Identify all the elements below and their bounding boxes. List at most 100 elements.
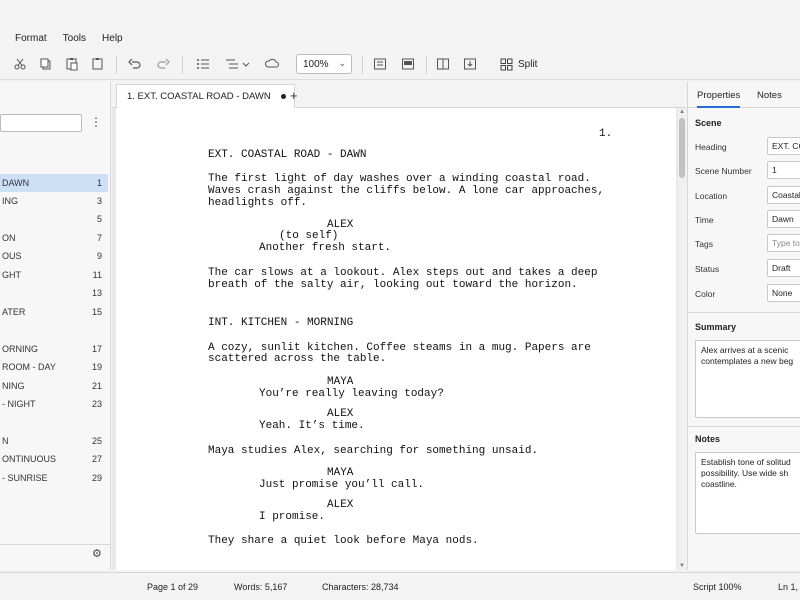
status-select[interactable]: Draft bbox=[767, 259, 800, 277]
unsaved-dot-icon bbox=[280, 94, 286, 99]
paste-special-icon[interactable] bbox=[88, 54, 108, 74]
scene-list-label: NING bbox=[2, 381, 25, 391]
location-label: Location bbox=[695, 191, 728, 201]
location-field[interactable]: Coastal bbox=[767, 186, 800, 204]
action-line: They share a quiet look before Maya nods… bbox=[208, 535, 479, 547]
scene-list-item[interactable]: ING 3 bbox=[0, 192, 108, 210]
scroll-up-icon[interactable]: ▲ bbox=[679, 109, 685, 115]
scene-navigator: ⋮ DAWN 1 ING 3 5 ON 7 OUS 9 GHT 11 13 ATER 15 ORNING 17… bbox=[0, 82, 111, 570]
list-icon[interactable] bbox=[193, 54, 213, 74]
columns-icon[interactable] bbox=[433, 54, 453, 74]
title-bar bbox=[0, 0, 800, 28]
more-options-icon[interactable]: ⋮ bbox=[90, 115, 102, 129]
scroll-down-icon[interactable]: ▼ bbox=[679, 563, 685, 569]
summary-textarea[interactable]: Alex arrives at a scenic contemplates a … bbox=[695, 340, 800, 418]
scene-list-label: ATER bbox=[2, 307, 26, 317]
scene-list-label: OUS bbox=[2, 251, 22, 261]
scene-list-number: 1 bbox=[96, 178, 102, 188]
script-page[interactable]: 1. EXT. COASTAL ROAD - DAWN The first li… bbox=[116, 108, 676, 570]
script-zoom: Script 100% bbox=[693, 582, 742, 592]
page-count: Page 1 of 29 bbox=[147, 582, 199, 592]
tags-label: Tags bbox=[695, 239, 713, 249]
menu-help[interactable]: Help bbox=[94, 33, 131, 44]
notes-textarea[interactable]: Establish tone of solitud possibility. U… bbox=[695, 452, 800, 534]
heading-field[interactable]: EXT. CO bbox=[767, 137, 800, 155]
scene-list-item[interactable]: ROOM - DAY 19 bbox=[0, 358, 108, 376]
scene-list-item[interactable]: GHT 11 bbox=[0, 266, 108, 284]
scene-list-item[interactable]: 13 bbox=[0, 284, 108, 302]
menu-format[interactable]: Format bbox=[7, 33, 55, 44]
zoom-value: 100% bbox=[303, 58, 329, 70]
scene-search-input[interactable] bbox=[0, 114, 82, 132]
paste-icon[interactable] bbox=[62, 54, 82, 74]
tags-input[interactable]: Type to bbox=[767, 234, 800, 252]
cut-icon[interactable] bbox=[10, 54, 30, 74]
scene-list-item[interactable]: ATER 15 bbox=[0, 303, 108, 321]
scene-list-number: 15 bbox=[91, 307, 102, 317]
menu-bar: Format Tools Help bbox=[0, 28, 800, 48]
scene-list-item[interactable]: ON 7 bbox=[0, 229, 108, 247]
scene-list-label: ONTINUOUS bbox=[2, 454, 56, 464]
action-line: Waves crash against the cliffs below. A … bbox=[208, 185, 605, 197]
action-line: headlights off. bbox=[208, 197, 308, 209]
scene-list-item[interactable]: 5 bbox=[0, 210, 108, 228]
gear-icon[interactable]: ⚙ bbox=[92, 547, 102, 560]
notes-line: possibility. Use wide sh bbox=[701, 468, 789, 478]
word-count: Words: 5,167 bbox=[234, 582, 288, 592]
dialogue: Yeah. It’s time. bbox=[259, 420, 365, 432]
scene-list-number: 29 bbox=[91, 473, 102, 483]
scene-list-number: 3 bbox=[96, 196, 102, 206]
undo-icon[interactable] bbox=[125, 54, 145, 74]
scene-list-item[interactable]: N 25 bbox=[0, 432, 108, 450]
tab-scene-1[interactable]: 1. EXT. COASTAL ROAD - DAWN bbox=[116, 84, 295, 108]
cloud-sync-icon[interactable] bbox=[262, 54, 282, 74]
color-select[interactable]: None bbox=[767, 284, 800, 302]
tab-properties[interactable]: Properties bbox=[697, 90, 741, 108]
time-field[interactable]: Dawn bbox=[767, 210, 800, 228]
scene-list-number: 13 bbox=[91, 288, 102, 298]
script-editor: 1. EXT. COASTAL ROAD - DAWN The first li… bbox=[112, 108, 686, 570]
tab-title: 1. EXT. COASTAL ROAD - DAWN bbox=[127, 91, 271, 102]
time-label: Time bbox=[695, 215, 714, 225]
scene-list-number: 17 bbox=[91, 344, 102, 354]
import-icon[interactable] bbox=[460, 54, 480, 74]
editor-scrollbar[interactable]: ▲ ▼ bbox=[678, 108, 686, 570]
scene-card-icon[interactable] bbox=[370, 54, 390, 74]
scene-list-item[interactable]: ORNING 17 bbox=[0, 340, 108, 358]
preview-icon[interactable] bbox=[398, 54, 418, 74]
outline-icon[interactable] bbox=[222, 54, 242, 74]
dialogue: You’re really leaving today? bbox=[259, 388, 444, 400]
scene-list-item[interactable]: OUS 9 bbox=[0, 247, 108, 265]
scene-list-item[interactable]: DAWN 1 bbox=[0, 174, 108, 192]
menu-tools[interactable]: Tools bbox=[55, 33, 94, 44]
chevron-down-icon[interactable] bbox=[240, 54, 252, 74]
scene-list-item[interactable]: NING 21 bbox=[0, 377, 108, 395]
redo-icon[interactable] bbox=[153, 54, 173, 74]
split-button[interactable]: Split bbox=[500, 54, 537, 74]
scene-list-item[interactable]: - SUNRISE 29 bbox=[0, 469, 108, 487]
scene-list-number: 25 bbox=[91, 436, 102, 446]
copy-icon[interactable] bbox=[36, 54, 56, 74]
scene-list-label: ROOM - DAY bbox=[2, 362, 56, 372]
tab-notes[interactable]: Notes bbox=[757, 90, 782, 101]
notes-line: Establish tone of solitud bbox=[701, 457, 791, 467]
scene-list-label: N bbox=[2, 436, 9, 446]
scene-number-field[interactable]: 1 bbox=[767, 161, 800, 179]
action-line: scattered across the table. bbox=[208, 353, 387, 365]
scene-list-number: 9 bbox=[96, 251, 102, 261]
scene-list-number: 27 bbox=[91, 454, 102, 464]
action-line: The car slows at a lookout. Alex steps o… bbox=[208, 267, 598, 279]
color-label: Color bbox=[695, 289, 716, 299]
zoom-select[interactable]: 100% ⌄ bbox=[296, 54, 352, 74]
scrollbar-thumb[interactable] bbox=[679, 118, 685, 178]
scene-list-label: GHT bbox=[2, 270, 21, 280]
character-count: Characters: 28,734 bbox=[322, 582, 399, 592]
scene-list-number: 23 bbox=[91, 399, 102, 409]
add-tab-button[interactable]: + bbox=[290, 88, 298, 103]
dialogue: Just promise you’ll call. bbox=[259, 479, 425, 491]
scene-list-item[interactable]: ONTINUOUS 27 bbox=[0, 450, 108, 468]
scene-list-item[interactable]: - NIGHT 23 bbox=[0, 395, 108, 413]
action-line: Maya studies Alex, searching for somethi… bbox=[208, 445, 539, 457]
scene-list-label: - SUNRISE bbox=[2, 473, 48, 483]
parenthetical: (to self) bbox=[279, 230, 339, 242]
